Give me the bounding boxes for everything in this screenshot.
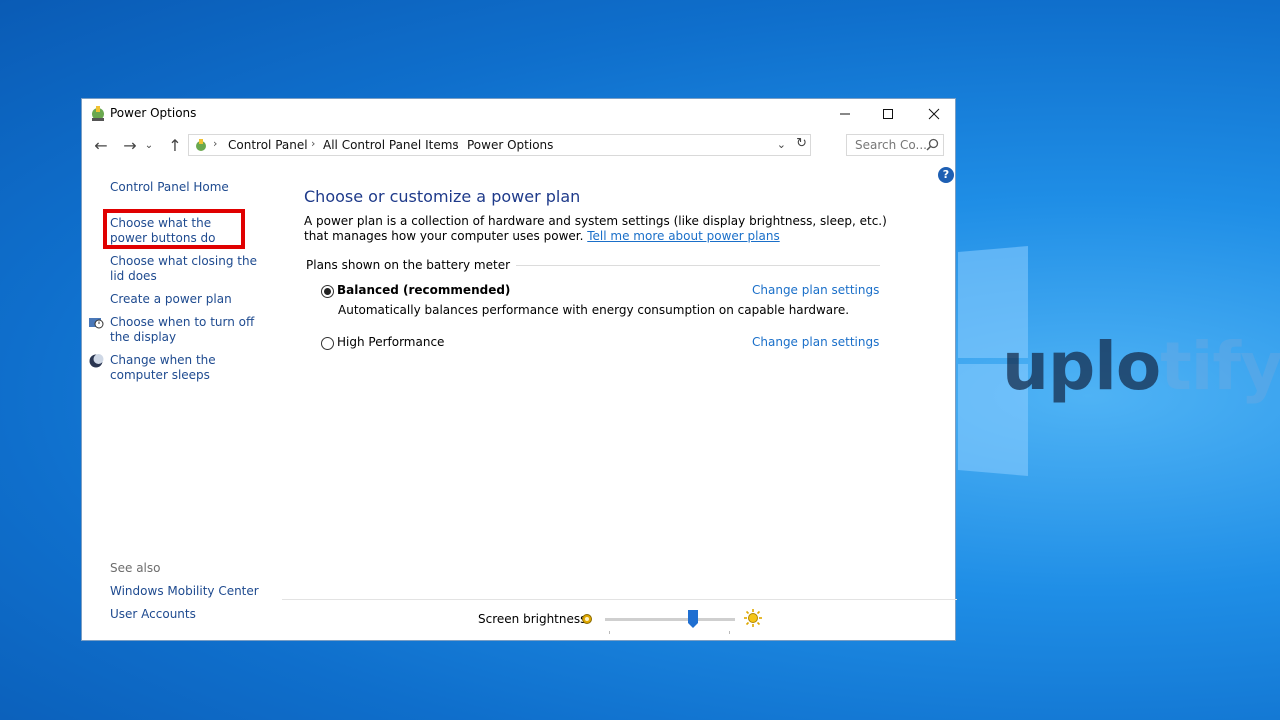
forward-button[interactable]: → [119, 135, 141, 155]
breadcrumb-separator-icon: › [311, 137, 316, 150]
change-high-performance-plan-link[interactable]: Change plan settings [752, 335, 879, 349]
maximize-button[interactable] [865, 99, 911, 129]
user-accounts-link[interactable]: User Accounts [110, 607, 270, 622]
recent-locations-button[interactable]: ⌄ [143, 135, 155, 155]
minimize-icon [840, 113, 850, 115]
search-input[interactable]: Search Co... [846, 134, 944, 156]
sidebar: Control Panel Home Choose what the power… [82, 161, 282, 641]
learn-more-link[interactable]: Tell me more about power plans [587, 229, 779, 243]
watermark-logo: uplotify [1002, 328, 1280, 405]
control-panel-home-link[interactable]: Control Panel Home [110, 180, 270, 195]
title-bar: Power Options [82, 99, 955, 129]
search-placeholder: Search Co... [855, 138, 927, 152]
power-options-window: Power Options ← → ⌄ ↑ › Control Panel › … [81, 98, 957, 641]
moon-icon [89, 354, 104, 368]
help-icon[interactable]: ? [938, 167, 954, 183]
brightness-slider-track[interactable] [605, 618, 735, 621]
screen-brightness-label: Screen brightness: [478, 612, 591, 626]
breadcrumb-all-items[interactable]: All Control Panel Items [323, 138, 459, 152]
high-performance-plan-radio[interactable] [321, 337, 334, 350]
plans-group-label: Plans shown on the battery meter [306, 258, 517, 272]
slider-tick [729, 631, 730, 634]
turn-off-display-link[interactable]: Choose when to turn off the display [110, 315, 265, 345]
power-options-icon [92, 106, 104, 121]
back-arrow-icon: ← [94, 135, 108, 155]
computer-sleeps-link[interactable]: Change when the computer sleeps [110, 353, 265, 383]
address-bar[interactable]: › Control Panel › All Control Panel Item… [188, 134, 811, 156]
minimize-button[interactable] [822, 99, 868, 129]
breadcrumb-separator-icon: › [454, 137, 459, 150]
high-performance-plan-label[interactable]: High Performance [337, 335, 444, 349]
bright-sun-icon [744, 609, 762, 627]
maximize-icon [883, 109, 893, 119]
window-title: Power Options [110, 106, 197, 120]
breadcrumb-control-panel[interactable]: Control Panel [228, 138, 308, 152]
close-icon [928, 108, 940, 120]
display-clock-icon [89, 318, 104, 329]
change-balanced-plan-link[interactable]: Change plan settings [752, 283, 879, 297]
create-power-plan-link[interactable]: Create a power plan [110, 292, 270, 307]
page-description: A power plan is a collection of hardware… [304, 214, 894, 244]
up-arrow-icon: ↑ [168, 135, 182, 155]
brightness-slider-thumb[interactable] [688, 610, 699, 628]
navigation-bar: ← → ⌄ ↑ › Control Panel › All Control Pa… [82, 129, 955, 161]
windows-mobility-center-link[interactable]: Windows Mobility Center [110, 584, 270, 599]
slider-tick [609, 631, 610, 634]
address-dropdown-icon[interactable]: ⌄ [777, 138, 786, 151]
balanced-plan-radio[interactable] [321, 285, 334, 298]
power-buttons-link[interactable]: Choose what the power buttons do [110, 216, 242, 246]
page-title: Choose or customize a power plan [304, 187, 581, 206]
search-icon [926, 138, 939, 151]
breadcrumb-separator-icon: › [213, 137, 218, 150]
close-button[interactable] [911, 99, 957, 129]
control-panel-icon [196, 139, 206, 151]
footer-divider [282, 599, 957, 600]
refresh-icon[interactable]: ↻ [796, 136, 807, 151]
balanced-plan-description: Automatically balances performance with … [338, 303, 850, 317]
back-button[interactable]: ← [90, 135, 112, 155]
closing-lid-link[interactable]: Choose what closing the lid does [110, 254, 265, 284]
chevron-down-icon: ⌄ [144, 139, 154, 151]
breadcrumb-power-options[interactable]: Power Options [467, 138, 553, 152]
forward-arrow-icon: → [123, 135, 137, 155]
up-button[interactable]: ↑ [164, 135, 186, 155]
balanced-plan-label[interactable]: Balanced (recommended) [337, 283, 510, 297]
dim-sun-icon [582, 614, 592, 624]
see-also-label: See also [110, 561, 161, 575]
